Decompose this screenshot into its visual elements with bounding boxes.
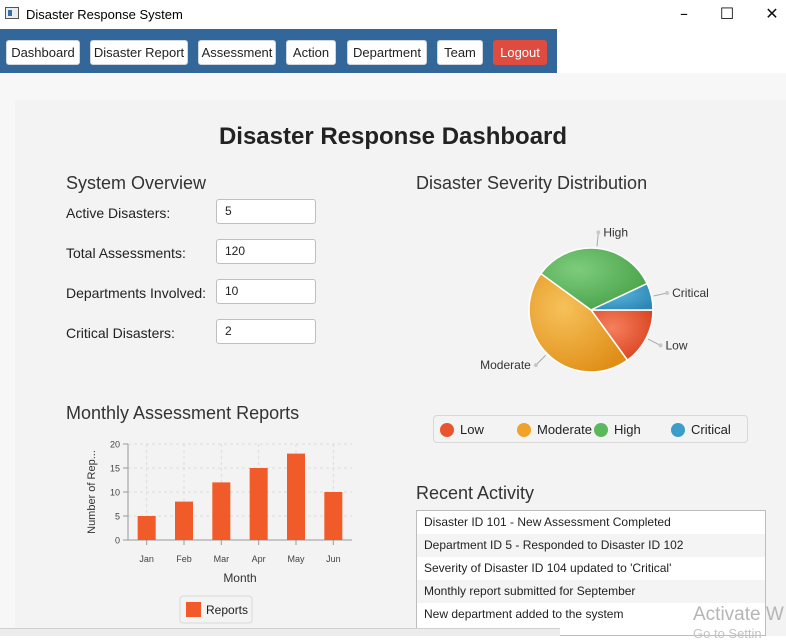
legend-item-low: Low (440, 422, 484, 437)
legend-item-high: High (594, 422, 641, 437)
system-overview-title: System Overview (66, 173, 207, 193)
activity-item[interactable]: Disaster ID 101 - New Assessment Complet… (417, 511, 765, 534)
legend-dot-critical (671, 423, 685, 437)
nav-department-button[interactable]: Department (347, 40, 427, 65)
active-disasters-label: Active Disasters: (66, 205, 171, 221)
close-icon[interactable]: ✕ (762, 4, 782, 24)
navigation-bar: Dashboard Disaster Report Assessment Act… (0, 29, 557, 73)
departments-involved-label: Departments Involved: (66, 285, 207, 301)
title-bar: Disaster Response System – ☐ ✕ (0, 0, 786, 29)
legend-dot-high (594, 423, 608, 437)
legend-item-critical: Critical (671, 422, 731, 437)
nav-disaster-report-button[interactable]: Disaster Report (90, 40, 188, 65)
activity-item[interactable]: Monthly report submitted for September (417, 580, 765, 603)
nav-action-button[interactable]: Action (286, 40, 336, 65)
bottom-strip (0, 628, 560, 636)
logout-button[interactable]: Logout (493, 40, 547, 65)
nav-assessment-button[interactable]: Assessment (198, 40, 276, 65)
severity-legend: Low Moderate High Critical (433, 415, 748, 443)
nav-dashboard-button[interactable]: Dashboard (6, 40, 80, 65)
nav-team-button[interactable]: Team (437, 40, 483, 65)
legend-label-moderate: Moderate (537, 422, 592, 437)
total-assessments-label: Total Assessments: (66, 245, 186, 261)
activity-item[interactable]: Severity of Disaster ID 104 updated to '… (417, 557, 765, 580)
legend-item-moderate: Moderate (517, 422, 592, 437)
active-disasters-field[interactable]: 5 (216, 199, 316, 224)
minimize-icon[interactable]: – (674, 4, 694, 24)
recent-activity-title: Recent Activity (416, 483, 535, 503)
activity-item[interactable]: Department ID 5 - Responded to Disaster … (417, 534, 765, 557)
maximize-icon[interactable]: ☐ (717, 4, 737, 24)
legend-label-high: High (614, 422, 641, 437)
legend-label-low: Low (460, 422, 484, 437)
legend-label-critical: Critical (691, 422, 731, 437)
window-title: Disaster Response System (26, 7, 183, 22)
total-assessments-field[interactable]: 120 (216, 239, 316, 264)
dashboard-title: Disaster Response Dashboard (218, 123, 568, 150)
activation-watermark: Activate W (693, 604, 784, 625)
monthly-reports-title: Monthly Assessment Reports (66, 403, 300, 423)
severity-distribution-title: Disaster Severity Distribution (416, 173, 648, 193)
legend-dot-low (440, 423, 454, 437)
legend-dot-moderate (517, 423, 531, 437)
critical-disasters-label: Critical Disasters: (66, 325, 175, 341)
departments-involved-field[interactable]: 10 (216, 279, 316, 304)
activation-watermark-hint: Go to Settin (693, 626, 762, 641)
app-window-icon (5, 7, 19, 19)
critical-disasters-field[interactable]: 2 (216, 319, 316, 344)
